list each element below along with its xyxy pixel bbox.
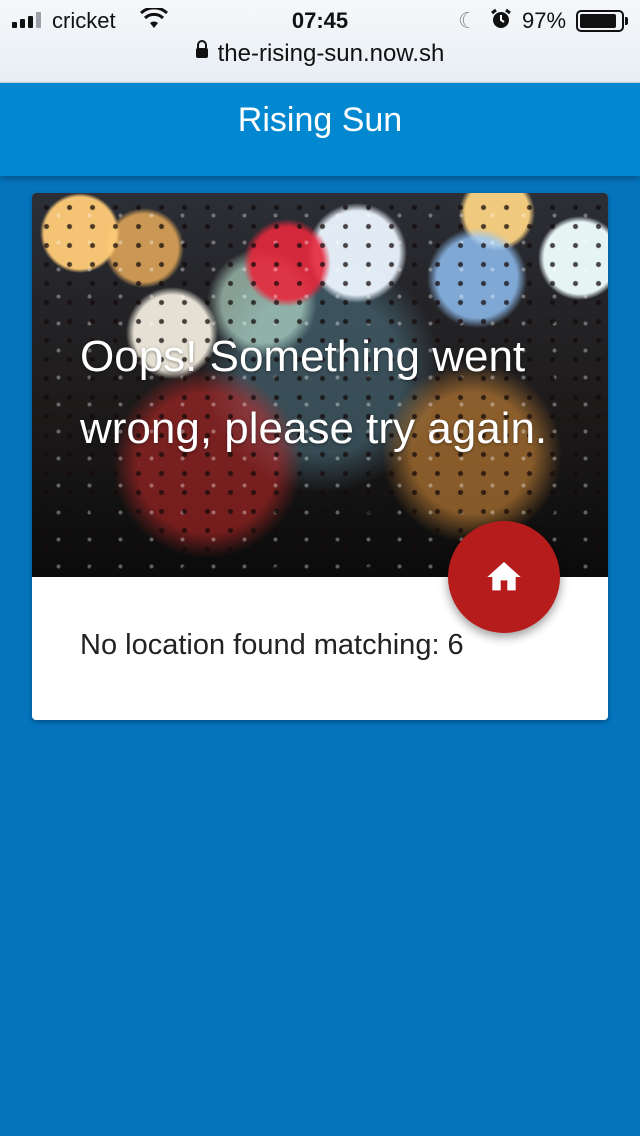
ios-browser-chrome: cricket 07:45 ☾ 97% the-rising-sun.now.s… [0,0,640,83]
url-bar[interactable]: the-rising-sun.now.sh [0,39,640,72]
battery-icon [576,10,628,32]
lock-icon [195,39,208,58]
moon-icon: ☾ [458,8,478,33]
app-title: Rising Sun [237,101,403,139]
error-title: Oops! Something went wrong, please try a… [80,332,548,453]
home-button[interactable] [448,521,560,633]
error-message: No location found matching: 6 [80,629,464,661]
home-icon [487,562,521,591]
app-bar: Rising Sun [0,83,640,176]
card-media-rain-image: Oops! Something went wrong, please try a… [32,193,608,577]
status-bar: cricket 07:45 ☾ 97% [0,0,640,40]
battery-percent: 97% [522,8,567,33]
error-card: Oops! Something went wrong, please try a… [32,193,608,720]
alarm-icon [490,8,512,36]
url-text: the-rising-sun.now.sh [217,40,445,67]
